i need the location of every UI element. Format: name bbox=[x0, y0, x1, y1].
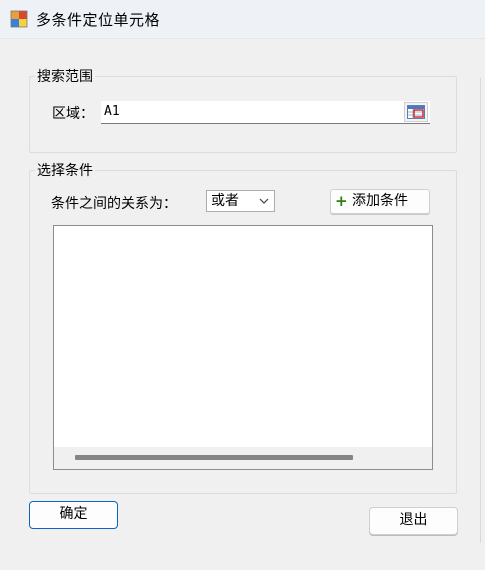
scrollbar-thumb[interactable] bbox=[75, 455, 353, 460]
relation-selected: 或者 bbox=[211, 193, 239, 209]
relation-label: 条件之间的关系为： bbox=[51, 196, 177, 212]
relation-select[interactable]: 或者 bbox=[206, 190, 275, 212]
add-condition-label: 添加条件 bbox=[352, 193, 408, 209]
exit-button[interactable]: 退出 bbox=[369, 507, 458, 535]
side-panel-edge bbox=[480, 78, 485, 543]
add-condition-button[interactable]: + 添加条件 bbox=[330, 189, 430, 214]
window-title: 多条件定位单元格 bbox=[36, 11, 161, 29]
search-range-title: 搜索范围 bbox=[37, 69, 93, 85]
ok-button[interactable]: 确定 bbox=[29, 501, 118, 529]
range-select-button[interactable] bbox=[404, 102, 428, 122]
app-icon bbox=[10, 10, 28, 28]
chevron-down-icon bbox=[259, 198, 269, 204]
area-input[interactable]: A1 bbox=[101, 101, 430, 124]
range-select-icon bbox=[407, 105, 425, 119]
area-label: 区域： bbox=[52, 106, 94, 122]
plus-icon: + bbox=[335, 192, 348, 210]
title-bar: 多条件定位单元格 bbox=[0, 0, 485, 39]
conditions-title: 选择条件 bbox=[37, 163, 93, 179]
conditions-list[interactable] bbox=[53, 225, 433, 470]
horizontal-scrollbar[interactable] bbox=[54, 447, 432, 469]
